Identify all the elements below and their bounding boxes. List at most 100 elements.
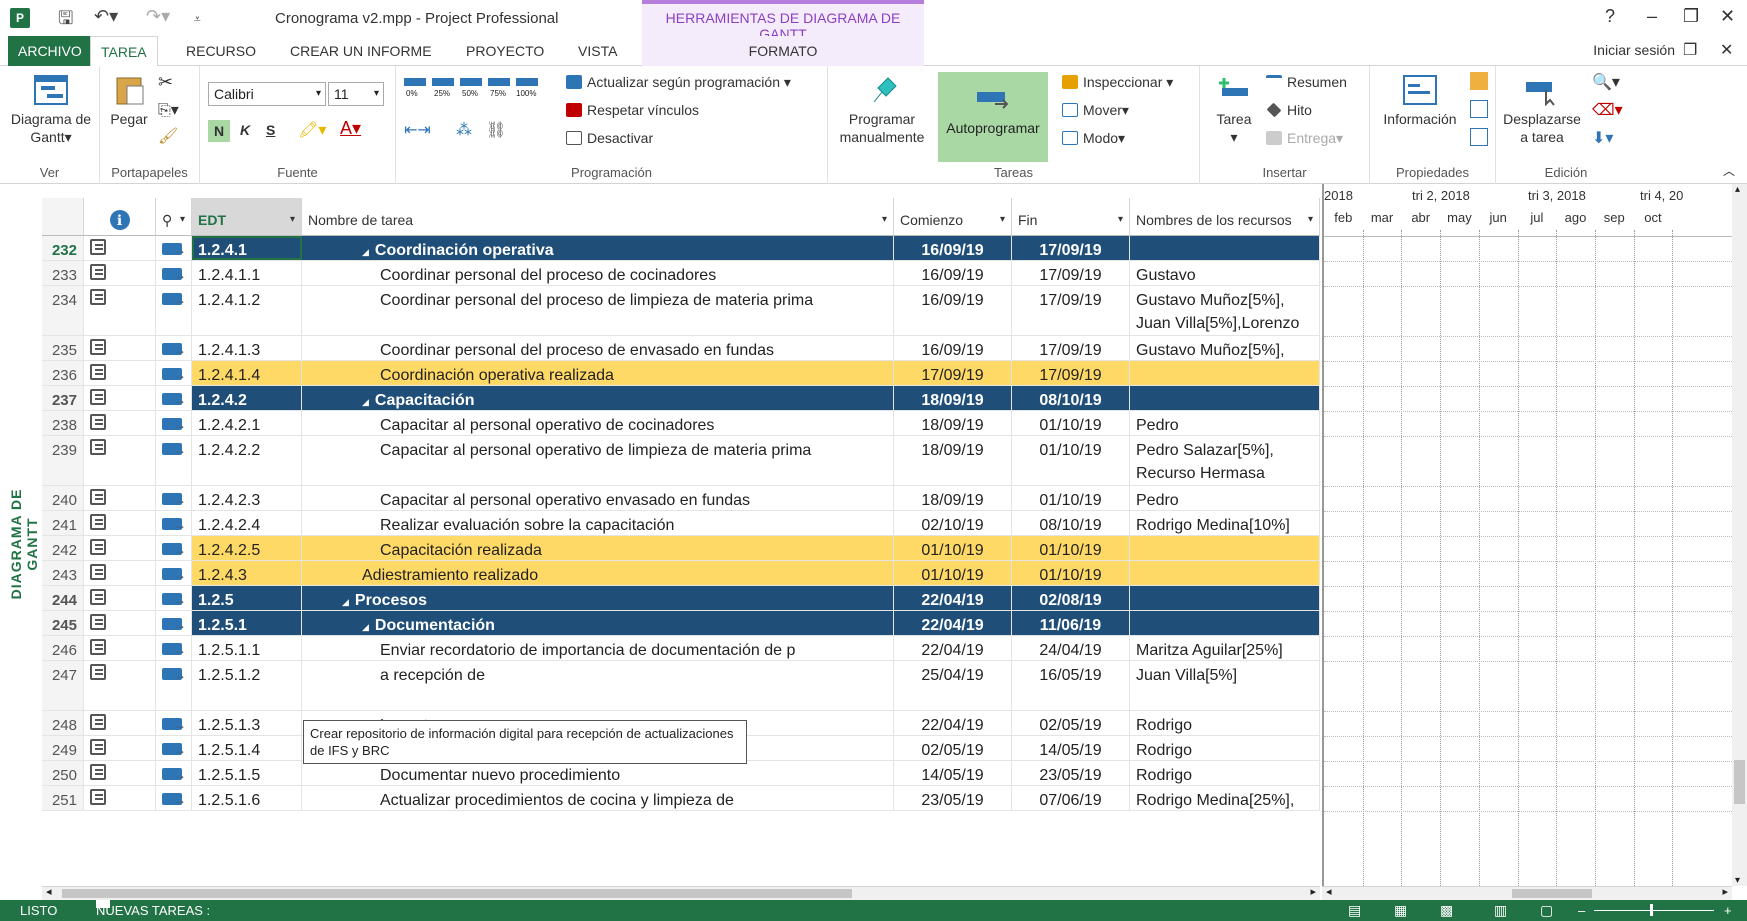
save-icon[interactable]: 🖫 bbox=[58, 6, 73, 36]
find-icon[interactable]: 🔍▾ bbox=[1592, 72, 1620, 92]
zoom-slider[interactable] bbox=[1594, 910, 1714, 911]
grid-horizontal-scrollbar[interactable]: ◂ ▸ bbox=[42, 886, 1320, 900]
select-all-corner[interactable] bbox=[42, 198, 84, 236]
view-gantt-icon[interactable]: ▤ bbox=[1348, 900, 1361, 921]
outdent-icon[interactable]: ⇤⇥ bbox=[404, 120, 431, 140]
row-start[interactable]: 16/09/19 bbox=[894, 336, 1012, 360]
vertical-scrollbar[interactable]: ▴ ▾ bbox=[1732, 184, 1747, 886]
respect-links-button[interactable]: Respetar vínculos bbox=[566, 102, 699, 118]
table-row[interactable]: 233 1.2.4.1.1 Coordinar personal del proce… bbox=[42, 261, 1320, 286]
row-start[interactable]: 14/05/19 bbox=[894, 761, 1012, 785]
inspect-button[interactable]: Inspeccionar ▾ bbox=[1062, 74, 1173, 91]
row-task-name[interactable]: Actualizar procedimientos de cocina y li… bbox=[302, 786, 894, 810]
notes-indicator-icon[interactable] bbox=[90, 389, 106, 405]
row-task-name[interactable]: Adiestramiento realizado bbox=[302, 561, 894, 585]
row-id[interactable]: 248 bbox=[42, 711, 84, 735]
gantt-chart[interactable]: 2018 tri 2, 2018 tri 3, 2018 tri 4, 20 feb ma… bbox=[1322, 184, 1732, 886]
row-resources[interactable] bbox=[1130, 561, 1320, 585]
table-row[interactable]: 232 1.2.4.1 ◢ Coordinación operativa 16/09/1… bbox=[42, 236, 1320, 261]
row-task-name[interactable]: ◢ Procesos bbox=[302, 586, 894, 610]
scroll-right-icon[interactable]: ▸ bbox=[1310, 885, 1316, 898]
table-row[interactable]: 234 1.2.4.1.2 Coordinar personal del proce… bbox=[42, 286, 1320, 336]
mode-button[interactable]: Modo▾ bbox=[1062, 130, 1125, 147]
row-finish[interactable]: 24/04/19 bbox=[1012, 636, 1130, 660]
pct-50-icon[interactable] bbox=[460, 78, 482, 86]
update-schedule-button[interactable]: Actualizar según programación ▾ bbox=[566, 74, 791, 91]
deliverable-button[interactable]: Entrega▾ bbox=[1266, 130, 1343, 147]
row-edt[interactable]: 1.2.5 bbox=[192, 586, 302, 610]
scroll-down-icon[interactable]: ▾ bbox=[1735, 875, 1740, 886]
scroll-to-task-button[interactable]: Desplazarse a tarea bbox=[1500, 74, 1584, 146]
row-edt[interactable]: 1.2.4.1.2 bbox=[192, 286, 302, 335]
row-id[interactable]: 251 bbox=[42, 786, 84, 810]
notes-indicator-icon[interactable] bbox=[90, 289, 106, 305]
notes-indicator-icon[interactable] bbox=[90, 364, 106, 380]
notes-indicator-icon[interactable] bbox=[90, 264, 106, 280]
zoom-slider-thumb[interactable] bbox=[1650, 904, 1653, 916]
row-edt[interactable]: 1.2.4.2.3 bbox=[192, 486, 302, 510]
view-task-usage-icon[interactable]: ▦ bbox=[1394, 900, 1407, 921]
row-task-name[interactable]: Coordinación operativa realizada bbox=[302, 361, 894, 385]
row-task-mode[interactable] bbox=[156, 611, 192, 635]
table-row[interactable]: 239 1.2.4.2.2 Capacitar al personal operat… bbox=[42, 436, 1320, 486]
row-task-name[interactable]: Coordinar personal del proceso de cocina… bbox=[302, 261, 894, 285]
row-edt[interactable]: 1.2.5.1.6 bbox=[192, 786, 302, 810]
row-start[interactable]: 22/04/19 bbox=[894, 636, 1012, 660]
row-edt[interactable]: 1.2.4.1 bbox=[192, 236, 302, 260]
notes-indicator-icon[interactable] bbox=[90, 514, 106, 530]
row-id[interactable]: 238 bbox=[42, 411, 84, 435]
collapse-triangle-icon[interactable]: ◢ bbox=[342, 597, 349, 607]
collapse-triangle-icon[interactable]: ◢ bbox=[362, 622, 369, 632]
row-start[interactable]: 16/09/19 bbox=[894, 236, 1012, 260]
row-resources[interactable]: Gustavo Muñoz[5%], Juan Villa[5%],Lorenz… bbox=[1130, 336, 1320, 360]
row-start[interactable]: 18/09/19 bbox=[894, 436, 1012, 485]
row-finish[interactable]: 17/09/19 bbox=[1012, 261, 1130, 285]
row-edt[interactable]: 1.2.5.1.3 bbox=[192, 711, 302, 735]
row-task-mode[interactable] bbox=[156, 286, 192, 335]
zoom-in-icon[interactable]: + bbox=[1724, 900, 1732, 921]
table-row[interactable]: 243 1.2.4.3 Adiestramiento realizado 01/10/… bbox=[42, 561, 1320, 586]
scroll-up-icon[interactable]: ▴ bbox=[1735, 184, 1740, 195]
vscroll-thumb[interactable] bbox=[1734, 760, 1745, 804]
row-id[interactable]: 242 bbox=[42, 536, 84, 560]
row-task-name[interactable]: Enviar recordatorio de importancia de do… bbox=[302, 636, 894, 660]
grid-hscroll-thumb[interactable] bbox=[62, 889, 852, 898]
font-name-select[interactable]: Calibri ▾ bbox=[208, 82, 326, 106]
close-button[interactable]: ✕ bbox=[1720, 6, 1735, 27]
row-edt[interactable]: 1.2.4.3 bbox=[192, 561, 302, 585]
row-finish[interactable]: 02/08/19 bbox=[1012, 586, 1130, 610]
undo-icon[interactable]: ↶▾ bbox=[94, 6, 118, 27]
row-finish[interactable]: 02/05/19 bbox=[1012, 711, 1130, 735]
gantt-horizontal-scrollbar[interactable]: ◂ ▸ bbox=[1322, 886, 1732, 900]
notes-indicator-icon[interactable] bbox=[90, 414, 106, 430]
view-report-icon[interactable]: ▢ bbox=[1540, 900, 1553, 921]
row-id[interactable]: 240 bbox=[42, 486, 84, 510]
table-row[interactable]: 242 1.2.4.2.5 Capacitación realizada 01/10/… bbox=[42, 536, 1320, 561]
row-start[interactable]: 16/09/19 bbox=[894, 261, 1012, 285]
tab-tarea[interactable]: TAREA bbox=[90, 36, 158, 67]
row-task-mode[interactable] bbox=[156, 361, 192, 385]
row-finish[interactable]: 07/06/19 bbox=[1012, 786, 1130, 810]
add-timeline-icon[interactable] bbox=[1470, 128, 1488, 146]
collapse-ribbon-icon[interactable]: ︿ bbox=[1723, 162, 1735, 179]
bold-button[interactable]: N bbox=[208, 120, 230, 142]
header-edt[interactable]: EDT ▾ bbox=[192, 198, 302, 236]
row-edt[interactable]: 1.2.5.1.5 bbox=[192, 761, 302, 785]
row-task-name[interactable]: Capacitar al personal operativo de limpi… bbox=[302, 436, 894, 485]
row-finish[interactable]: 17/09/19 bbox=[1012, 361, 1130, 385]
row-resources[interactable]: Pedro Salazar[5%],Recurso bbox=[1130, 486, 1320, 510]
row-id[interactable]: 246 bbox=[42, 636, 84, 660]
row-start[interactable]: 22/04/19 bbox=[894, 711, 1012, 735]
table-row[interactable]: 235 1.2.4.1.3 Coordinar personal del proce… bbox=[42, 336, 1320, 361]
row-task-name[interactable]: Realizar evaluación sobre la capacitació… bbox=[302, 511, 894, 535]
scroll-right-icon[interactable]: ▸ bbox=[1722, 885, 1728, 898]
row-start[interactable]: 01/10/19 bbox=[894, 561, 1012, 585]
row-task-mode[interactable] bbox=[156, 486, 192, 510]
row-id[interactable]: 236 bbox=[42, 361, 84, 385]
milestone-button[interactable]: Hito bbox=[1266, 102, 1312, 118]
row-start[interactable]: 02/10/19 bbox=[894, 511, 1012, 535]
row-resources[interactable] bbox=[1130, 611, 1320, 635]
row-id[interactable]: 247 bbox=[42, 661, 84, 710]
row-task-mode[interactable] bbox=[156, 336, 192, 360]
notes-indicator-icon[interactable] bbox=[90, 564, 106, 580]
